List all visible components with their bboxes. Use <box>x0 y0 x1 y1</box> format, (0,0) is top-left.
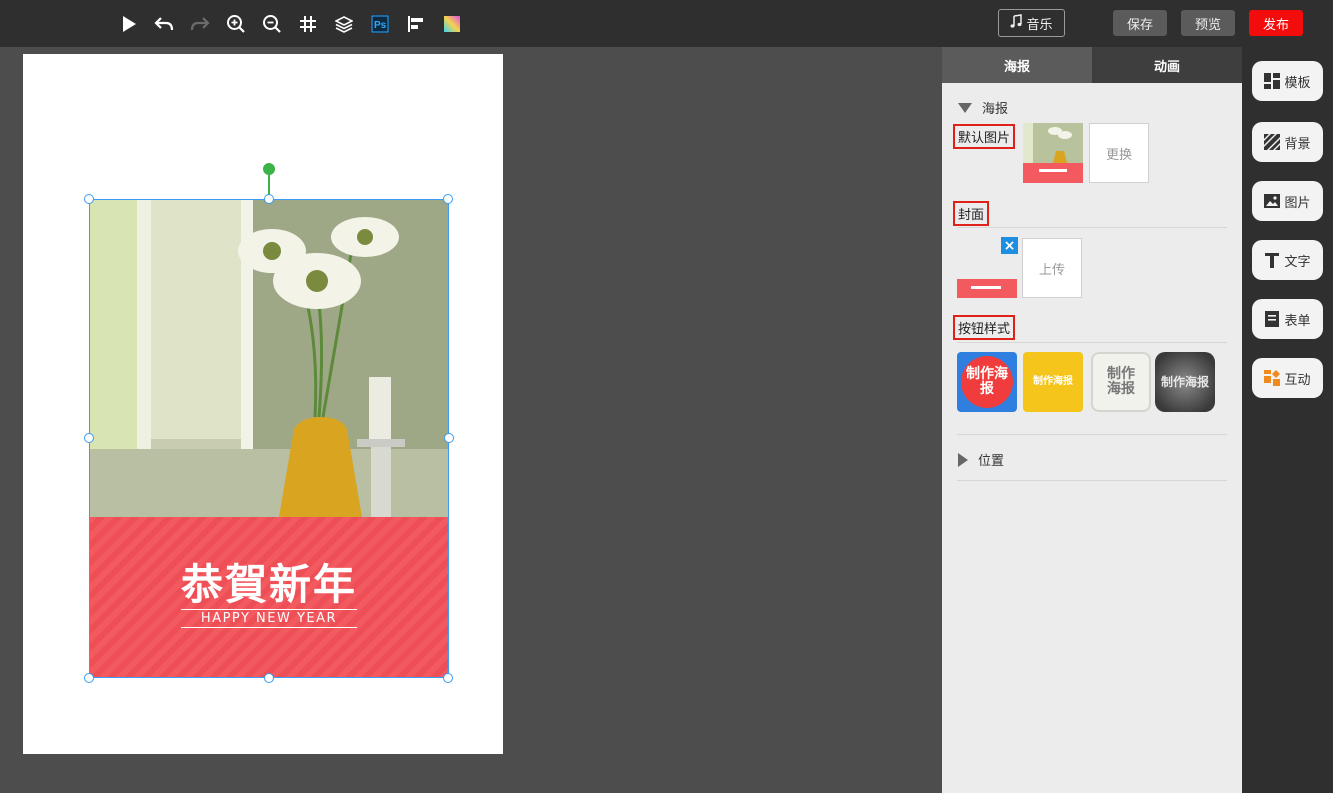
cover-thumbnail[interactable] <box>957 279 1017 298</box>
rail-item-label: 模板 <box>1284 75 1311 91</box>
publish-button[interactable]: 发布 <box>1249 10 1303 36</box>
button-style-label-text: 制作海报 <box>961 356 1013 408</box>
expand-triangle-icon <box>958 452 968 467</box>
resize-handle-se[interactable] <box>443 673 453 683</box>
resize-handle-n[interactable] <box>264 194 274 204</box>
upload-cover-button[interactable]: 上传 <box>1022 238 1082 298</box>
image-icon <box>1264 193 1281 209</box>
music-label: 音乐 <box>1026 17 1053 33</box>
rail-item-label: 文字 <box>1284 254 1311 270</box>
panel-tabs: 海报 动画 <box>942 47 1242 83</box>
text-icon <box>1264 252 1280 268</box>
rail-item-form[interactable]: 表单 <box>1252 299 1323 339</box>
divider <box>957 434 1227 435</box>
section-poster-header[interactable]: 海报 <box>958 98 1008 117</box>
redo-icon[interactable] <box>190 14 210 34</box>
section-position-header[interactable]: 位置 <box>958 450 1004 469</box>
section-poster-title: 海报 <box>982 102 1009 117</box>
rail-item-label: 互动 <box>1284 372 1311 388</box>
undo-icon[interactable] <box>154 14 174 34</box>
component-rail: 模板 背景 图片 文字 表单 互动 <box>1242 47 1333 793</box>
default-image-thumbnail[interactable] <box>1023 123 1083 183</box>
template-icon <box>1264 73 1281 89</box>
resize-handle-nw[interactable] <box>84 194 94 204</box>
rail-item-background[interactable]: 背景 <box>1252 122 1323 162</box>
button-style-label-text: 制作海报 <box>1160 374 1209 389</box>
button-style-option-3[interactable]: 制作海报 <box>1091 352 1151 412</box>
top-toolbar: Ps 音乐 保存 预览 发布 <box>0 0 1333 47</box>
divider <box>957 227 1227 228</box>
divider <box>957 342 1227 343</box>
button-style-label: 按钮样式 <box>953 315 1016 340</box>
properties-panel: 海报 动画 海报 默认图片 更换 封面 × 上传 按钮样式 制作海报 制作海报 … <box>942 47 1242 793</box>
rail-item-interaction[interactable]: 互动 <box>1252 358 1323 398</box>
button-style-option-2[interactable]: 制作海报 <box>1023 352 1083 412</box>
play-icon[interactable] <box>119 14 139 34</box>
rail-item-template[interactable]: 模板 <box>1252 61 1323 101</box>
form-icon <box>1264 311 1280 327</box>
resize-handle-ne[interactable] <box>443 194 453 204</box>
music-button[interactable]: 音乐 <box>998 9 1065 37</box>
interaction-icon <box>1264 370 1281 386</box>
collapse-triangle-icon <box>958 102 972 113</box>
layers-icon[interactable] <box>334 14 354 34</box>
rail-item-image[interactable]: 图片 <box>1252 181 1323 221</box>
resize-handle-e[interactable] <box>444 433 454 443</box>
music-note-icon <box>1010 14 1023 32</box>
rail-item-label: 背景 <box>1284 136 1311 152</box>
rail-item-text[interactable]: 文字 <box>1252 240 1323 280</box>
zoom-out-icon[interactable] <box>262 14 282 34</box>
button-style-label-text: 制作海报 <box>1107 366 1135 397</box>
background-icon <box>1264 134 1281 150</box>
resize-handle-sw[interactable] <box>84 673 94 683</box>
svg-text:Ps: Ps <box>374 20 387 31</box>
rail-item-label: 图片 <box>1284 195 1311 211</box>
cover-label: 封面 <box>953 201 990 226</box>
button-style-label-text: 制作海报 <box>1033 375 1073 387</box>
resize-handle-s[interactable] <box>264 673 274 683</box>
tab-animation[interactable]: 动画 <box>1092 47 1242 83</box>
align-left-icon[interactable] <box>406 14 426 34</box>
button-style-option-4[interactable]: 制作海报 <box>1155 352 1215 412</box>
rail-item-label: 表单 <box>1284 313 1311 329</box>
tab-poster[interactable]: 海报 <box>942 47 1092 83</box>
close-icon[interactable]: × <box>1001 237 1018 254</box>
resize-handle-w[interactable] <box>84 433 94 443</box>
preview-button[interactable]: 预览 <box>1181 10 1235 36</box>
button-style-option-1[interactable]: 制作海报 <box>957 352 1017 412</box>
rotate-handle[interactable] <box>263 163 275 175</box>
section-position-title: 位置 <box>978 454 1005 469</box>
color-gradient-icon[interactable] <box>442 14 462 34</box>
default-image-label: 默认图片 <box>953 124 1016 149</box>
replace-image-button[interactable]: 更换 <box>1089 123 1149 183</box>
selection-box <box>89 199 449 678</box>
save-button[interactable]: 保存 <box>1113 10 1167 36</box>
grid-icon[interactable] <box>298 14 318 34</box>
divider <box>957 480 1227 481</box>
zoom-in-icon[interactable] <box>226 14 246 34</box>
photoshop-icon[interactable]: Ps <box>370 14 390 34</box>
